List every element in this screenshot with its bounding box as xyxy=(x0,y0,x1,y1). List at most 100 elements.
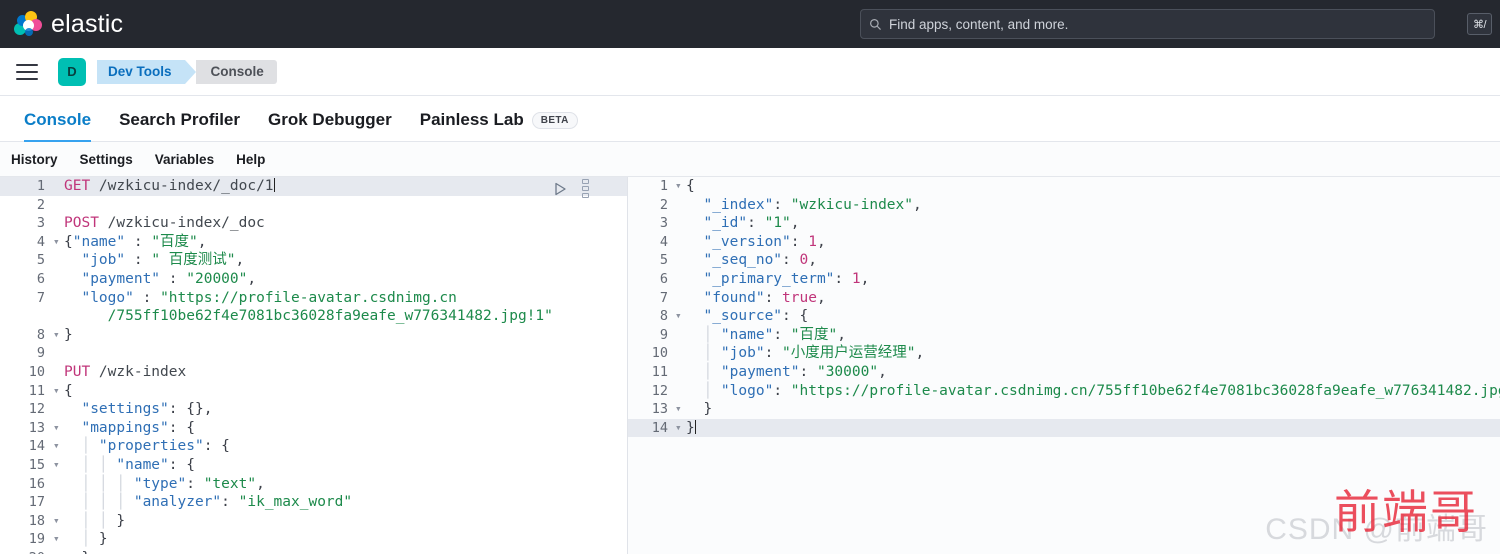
fold-toggle-icon[interactable]: ▾ xyxy=(52,512,64,531)
request-line-text: │ │ │ "analyzer": "ik_max_word" xyxy=(64,494,353,511)
search-input[interactable] xyxy=(889,16,1426,32)
subnav-variables[interactable]: Variables xyxy=(155,152,214,167)
request-editor-pane[interactable]: 1 GET /wzkicu-index/_doc/1 2 3 POST /wzkicu-… xyxy=(0,177,628,554)
breadcrumb-item-console[interactable]: Console xyxy=(195,59,277,84)
fold-toggle-icon[interactable]: ▾ xyxy=(52,233,64,252)
response-code-lines[interactable]: 1 ▾{2 "_index": "wzkicu-index", 3 "_id": "… xyxy=(628,177,1500,438)
fold-toggle-icon[interactable]: ▾ xyxy=(52,382,64,401)
request-line[interactable]: 8 ▾} xyxy=(0,326,627,345)
request-line-text: } xyxy=(64,549,627,554)
response-line-text: │ "payment": "30000", xyxy=(686,363,887,380)
response-line[interactable]: 1 ▾{ xyxy=(628,177,1500,196)
request-line[interactable]: 20 } xyxy=(0,549,627,554)
request-line[interactable]: 2 xyxy=(0,196,627,215)
request-line[interactable]: 7 "logo" : "https://profile-avatar.csdni… xyxy=(0,289,627,308)
tab-console-label: Console xyxy=(24,110,92,129)
tab-search-profiler[interactable]: Search Profiler xyxy=(105,110,254,141)
fold-toggle-icon[interactable]: ▾ xyxy=(674,177,686,196)
request-line[interactable]: 18 ▾ │ │ } xyxy=(0,512,627,531)
response-line[interactable]: 5 "_seq_no": 0, xyxy=(628,251,1500,270)
elastic-cluster-logo-icon xyxy=(14,10,42,38)
hamburger-menu-icon[interactable] xyxy=(16,63,38,80)
fold-toggle-icon[interactable]: ▾ xyxy=(52,530,64,549)
request-line-text: POST /wzkicu-index/_doc xyxy=(64,215,265,232)
response-line-text: "_id": "1", xyxy=(703,215,800,232)
request-line-text: │ │ "name": { xyxy=(64,456,195,473)
response-line[interactable]: 3 "_id": "1", xyxy=(628,214,1500,233)
fold-toggle-icon[interactable]: ▾ xyxy=(674,307,686,326)
request-line[interactable]: 19 ▾ │ } xyxy=(0,530,627,549)
fold-toggle-icon[interactable]: ▾ xyxy=(52,456,64,475)
request-line-text: GET /wzkicu-index/_doc/1 xyxy=(64,178,275,194)
request-line[interactable]: 17 │ │ │ "analyzer": "ik_max_word" xyxy=(0,493,627,512)
response-line[interactable]: 11 │ "payment": "30000", xyxy=(628,363,1500,382)
request-line-text: "mappings": { xyxy=(81,419,195,436)
beta-badge: BETA xyxy=(531,111,578,129)
response-line[interactable]: 4 "_version": 1, xyxy=(628,233,1500,252)
response-line[interactable]: 12 │ "logo": "https://profile-avatar.csd… xyxy=(628,382,1500,401)
request-line[interactable]: 16 │ │ │ "type": "text", xyxy=(0,475,627,494)
request-line-number: 13 xyxy=(28,419,45,436)
request-line-text: "job" : " 百度测试", xyxy=(81,252,245,269)
response-line-number: 2 xyxy=(659,196,668,213)
fold-toggle-icon[interactable]: ▾ xyxy=(674,400,686,419)
request-line[interactable]: 1 GET /wzkicu-index/_doc/1 xyxy=(0,177,627,196)
response-pane[interactable]: 1 ▾{2 "_index": "wzkicu-index", 3 "_id": "… xyxy=(628,177,1500,554)
tab-search-profiler-label: Search Profiler xyxy=(119,110,241,129)
request-line[interactable]: 4 ▾ {"name" : "百度", xyxy=(0,233,627,252)
request-line-text: │ } xyxy=(64,531,108,548)
subnav-history[interactable]: History xyxy=(11,152,58,167)
request-line-text: │ │ } xyxy=(64,512,126,529)
response-line-text: │ "job": "小度用户运营经理", xyxy=(686,345,925,362)
console-settings-icon[interactable] xyxy=(582,179,589,198)
request-line[interactable]: 3 POST /wzkicu-index/_doc xyxy=(0,214,627,233)
global-search[interactable] xyxy=(860,9,1435,39)
tab-console[interactable]: Console xyxy=(10,110,105,142)
request-line[interactable]: 13 ▾ "mappings": { xyxy=(0,419,627,438)
request-line[interactable]: /755ff10be62f4e7081bc36028fa9eafe_w77634… xyxy=(0,307,627,326)
app-badge[interactable]: D xyxy=(58,57,86,86)
response-line[interactable]: 13 ▾ } xyxy=(628,400,1500,419)
brand-logo-group[interactable]: elastic xyxy=(14,10,123,39)
fold-toggle-icon[interactable]: ▾ xyxy=(52,419,64,438)
response-line[interactable]: 7 "found": true, xyxy=(628,289,1500,308)
request-line[interactable]: 14 ▾ │ "properties": { xyxy=(0,437,627,456)
fold-toggle-icon[interactable]: ▾ xyxy=(52,437,64,456)
breadcrumb-item-dev-tools[interactable]: Dev Tools xyxy=(97,59,195,84)
response-line[interactable]: 14 ▾} xyxy=(628,418,1500,438)
request-line[interactable]: 11 ▾{ xyxy=(0,382,627,401)
console-subnav: History Settings Variables Help xyxy=(0,142,1500,177)
tab-painless-lab[interactable]: Painless Lab BETA xyxy=(406,110,592,141)
subnav-settings[interactable]: Settings xyxy=(80,152,133,167)
request-line[interactable]: 15 ▾ │ │ "name": { xyxy=(0,456,627,475)
request-line[interactable]: 10 PUT /wzk-index xyxy=(0,363,627,382)
response-line[interactable]: 10 │ "job": "小度用户运营经理", xyxy=(628,344,1500,363)
request-line[interactable]: 6 "payment" : "20000", xyxy=(0,270,627,289)
response-line-number: 6 xyxy=(659,270,668,287)
request-line-number: 1 xyxy=(36,178,45,194)
response-line-text: "found": true, xyxy=(703,289,826,306)
tab-painless-lab-label: Painless Lab xyxy=(419,110,524,129)
play-request-icon[interactable] xyxy=(552,181,568,197)
response-line-text: } xyxy=(703,401,713,418)
request-line[interactable]: 5 "job" : " 百度测试", xyxy=(0,251,627,270)
subnav-help[interactable]: Help xyxy=(236,152,265,167)
response-line[interactable]: 6 "_primary_term": 1, xyxy=(628,270,1500,289)
response-line-text: │ "name": "百度", xyxy=(686,326,846,343)
request-line-text: │ │ │ "type": "text", xyxy=(64,475,265,492)
tab-grok-debugger[interactable]: Grok Debugger xyxy=(254,110,406,141)
request-code-lines[interactable]: 1 GET /wzkicu-index/_doc/1 2 3 POST /wzkicu-… xyxy=(0,177,627,554)
request-line-text: "payment" : "20000", xyxy=(81,270,257,287)
fold-toggle-icon[interactable]: ▾ xyxy=(52,326,64,345)
fold-toggle-icon[interactable]: ▾ xyxy=(674,419,686,438)
response-line[interactable]: 8 ▾ "_source": { xyxy=(628,307,1500,326)
request-line-text: } xyxy=(64,326,73,343)
response-line[interactable]: 9 │ "name": "百度", xyxy=(628,326,1500,345)
request-line[interactable]: 12 "settings": {}, xyxy=(0,400,627,419)
request-line[interactable]: 9 xyxy=(0,344,627,363)
response-line-number: 14 xyxy=(651,419,668,436)
request-line-number: 12 xyxy=(28,401,45,418)
request-line-number: 11 xyxy=(28,382,45,399)
response-line[interactable]: 2 "_index": "wzkicu-index", xyxy=(628,196,1500,215)
breadcrumb-bar: D Dev Tools Console xyxy=(0,48,1500,96)
